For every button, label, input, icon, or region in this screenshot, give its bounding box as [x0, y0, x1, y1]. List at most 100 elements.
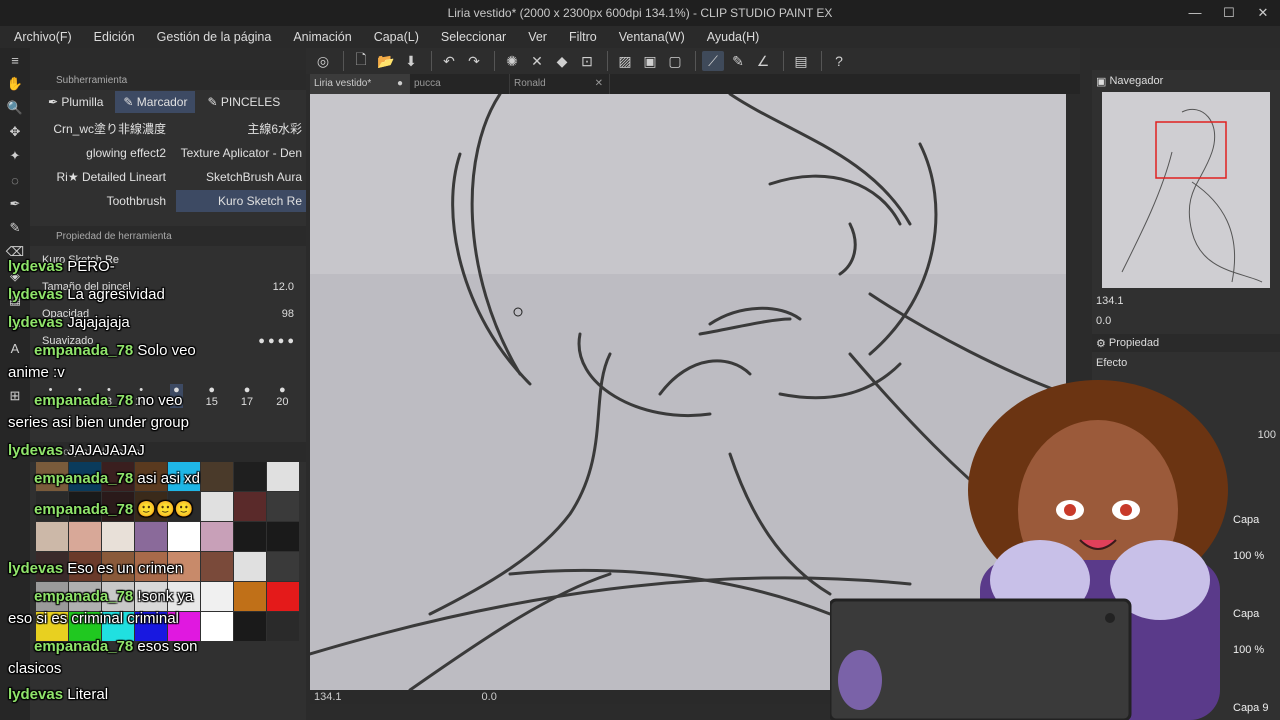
undo-icon[interactable]: ↶ — [438, 51, 460, 71]
angle-readout[interactable]: 0.0 — [482, 691, 497, 703]
close-tab-icon[interactable]: ● — [397, 74, 403, 94]
size-preset[interactable]: ● 15 — [206, 384, 218, 408]
menu-window[interactable]: Ventana(W) — [619, 30, 685, 44]
menu-select[interactable]: Seleccionar — [441, 30, 506, 44]
size-preset[interactable]: • 7 — [77, 384, 83, 408]
color-swatch[interactable] — [69, 522, 101, 551]
layer-opacity[interactable]: 100 — [1258, 429, 1276, 441]
color-swatch[interactable] — [102, 492, 134, 521]
tab-plumilla[interactable]: ✒ Plumilla — [40, 91, 111, 113]
color-swatch[interactable] — [201, 522, 233, 551]
color-swatch[interactable] — [168, 522, 200, 551]
smoothing-row[interactable]: Suavizado ● ● ● ● — [30, 327, 306, 354]
brush-item[interactable]: glowing effect2 — [40, 142, 170, 164]
auto-select-icon[interactable]: ✦ — [0, 144, 30, 168]
ruler-snap-icon[interactable]: ⟋ — [702, 51, 724, 71]
color-swatch[interactable] — [201, 462, 233, 491]
selection-icon[interactable]: ▨ — [614, 51, 636, 71]
lasso-icon[interactable]: ◌ — [0, 168, 30, 192]
color-swatch[interactable] — [201, 582, 233, 611]
close-button[interactable]: ✕ — [1246, 0, 1280, 26]
color-swatch[interactable] — [267, 492, 299, 521]
opacity-value[interactable]: 98 — [282, 308, 294, 320]
line-snap-icon[interactable]: ∠ — [752, 51, 774, 71]
layer-name[interactable]: Capa — [1233, 608, 1259, 620]
navigator-zoom[interactable]: 134.1 — [1096, 295, 1124, 307]
move-icon[interactable]: ✥ — [0, 120, 30, 144]
color-swatch[interactable] — [69, 462, 101, 491]
color-swatch[interactable] — [201, 492, 233, 521]
color-swatch[interactable] — [267, 612, 299, 641]
color-swatch[interactable] — [201, 552, 233, 581]
pen-snap-icon[interactable]: ✎ — [727, 51, 749, 71]
color-swatch[interactable] — [135, 552, 167, 581]
size-preset[interactable]: ● 12 — [170, 384, 183, 408]
color-swatch[interactable] — [102, 582, 134, 611]
color-swatch[interactable] — [102, 552, 134, 581]
eraser-icon[interactable]: ⌫ — [0, 240, 30, 264]
pen-icon[interactable]: ✒ — [0, 192, 30, 216]
menu-edit[interactable]: Edición — [94, 30, 135, 44]
menu-filter[interactable]: Filtro — [569, 30, 597, 44]
color-swatch[interactable] — [168, 492, 200, 521]
settings-panel-icon[interactable]: ▤ — [790, 51, 812, 71]
opacity-row[interactable]: Opacidad 98 — [30, 300, 306, 327]
color-swatch[interactable] — [36, 522, 68, 551]
color-swatch[interactable] — [69, 582, 101, 611]
close-tab-icon[interactable]: ✕ — [595, 74, 603, 94]
color-swatch[interactable] — [168, 612, 200, 641]
color-swatch[interactable] — [135, 462, 167, 491]
doc-tab[interactable]: Liria vestido* ● — [310, 74, 410, 94]
size-preset[interactable]: ● 20 — [276, 384, 288, 408]
smoothing-dots[interactable]: ● ● ● ● — [258, 335, 294, 347]
zoom-icon[interactable]: 🔍 — [0, 96, 30, 120]
color-swatch[interactable] — [234, 492, 266, 521]
brush-item[interactable]: Crn_wc塗り非線濃度 — [40, 118, 170, 140]
color-swatch[interactable] — [102, 612, 134, 641]
color-swatch[interactable] — [267, 552, 299, 581]
color-swatch[interactable] — [135, 492, 167, 521]
balloon-icon[interactable]: ◐ — [0, 360, 30, 384]
size-preset[interactable]: ● 17 — [241, 384, 253, 408]
color-swatch[interactable] — [234, 612, 266, 641]
figure-icon[interactable]: ▭ — [0, 312, 30, 336]
brush-size-row[interactable]: Tamaño del pincel 12.0 — [30, 273, 306, 300]
size-preset[interactable]: • 10 — [135, 384, 147, 408]
color-swatch[interactable] — [234, 582, 266, 611]
loading-icon[interactable]: ✺ — [501, 51, 523, 71]
brush-item[interactable]: Texture Aplicator - Den — [176, 142, 306, 164]
tab-marcador[interactable]: ✎ Marcador — [115, 91, 196, 113]
gradient-icon[interactable]: ▦ — [0, 288, 30, 312]
color-swatch[interactable] — [267, 522, 299, 551]
tab-pinceles[interactable]: ✎ PINCELES — [199, 91, 288, 113]
color-swatch[interactable] — [102, 522, 134, 551]
redo-icon[interactable]: ↷ — [463, 51, 485, 71]
navigator-thumbnail[interactable] — [1102, 92, 1270, 288]
menu-layer[interactable]: Capa(L) — [374, 30, 419, 44]
navigator-angle[interactable]: 0.0 — [1096, 315, 1111, 327]
frame-icon[interactable]: ▢ — [664, 51, 686, 71]
brush-item[interactable]: 主線6水彩 — [176, 118, 306, 140]
new-file-icon[interactable]: 🗋 — [350, 51, 372, 71]
color-swatch[interactable] — [234, 552, 266, 581]
brush-item[interactable]: Ri★ Detailed Lineart — [40, 166, 170, 188]
color-swatch[interactable] — [168, 462, 200, 491]
color-swatch[interactable] — [36, 492, 68, 521]
color-swatch[interactable] — [69, 552, 101, 581]
ruler-icon[interactable]: ⊞ — [0, 384, 30, 408]
brush-item[interactable]: Toothbrush — [40, 190, 170, 212]
color-swatch[interactable] — [267, 582, 299, 611]
doc-tab[interactable]: pucca — [410, 74, 510, 94]
menu-view[interactable]: Ver — [528, 30, 547, 44]
color-swatch[interactable] — [168, 552, 200, 581]
help-icon[interactable]: ? — [828, 51, 850, 71]
clear-icon[interactable]: ✕ — [526, 51, 548, 71]
zoom-readout[interactable]: 134.1 — [314, 691, 342, 703]
brush-size-value[interactable]: 12.0 — [273, 281, 294, 293]
color-swatch[interactable] — [102, 462, 134, 491]
color-swatch[interactable] — [234, 522, 266, 551]
drawing-canvas[interactable] — [310, 94, 1066, 690]
color-swatch[interactable] — [36, 462, 68, 491]
menu-page[interactable]: Gestión de la página — [157, 30, 272, 44]
minimize-button[interactable]: — — [1178, 0, 1212, 26]
